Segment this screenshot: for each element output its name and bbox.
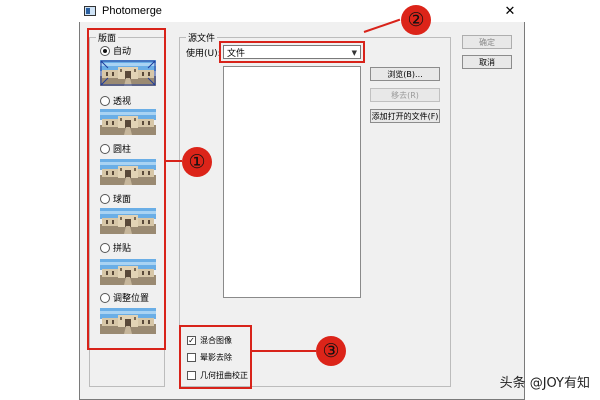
annotation-box-use	[219, 41, 365, 63]
annotation-box-options	[179, 325, 252, 389]
browse-button[interactable]: 浏览(B)...	[370, 67, 440, 81]
source-file-list[interactable]	[223, 66, 361, 298]
annotation-marker-2: ②	[401, 5, 431, 35]
annotation-connector	[166, 160, 182, 162]
close-icon: ✕	[504, 3, 516, 19]
annotation-connector	[252, 350, 316, 352]
add-open-files-button[interactable]: 添加打开的文件(F)	[370, 109, 440, 123]
app-icon	[84, 6, 96, 16]
use-label: 使用(U):	[186, 49, 221, 59]
title-bar: Photomerge ✕	[79, 0, 525, 22]
remove-button[interactable]: 移去(R)	[370, 88, 440, 102]
cancel-button[interactable]: 取消	[462, 55, 512, 69]
annotation-marker-1: ①	[182, 147, 212, 177]
window-title: Photomerge	[102, 5, 162, 17]
close-button[interactable]: ✕	[501, 2, 519, 20]
annotation-marker-3: ③	[316, 336, 346, 366]
ok-button[interactable]: 确定	[462, 35, 512, 49]
annotation-box-layout	[87, 28, 166, 350]
watermark: 头条 @JOY有知	[499, 376, 590, 391]
source-files-title: 源文件	[186, 31, 218, 44]
